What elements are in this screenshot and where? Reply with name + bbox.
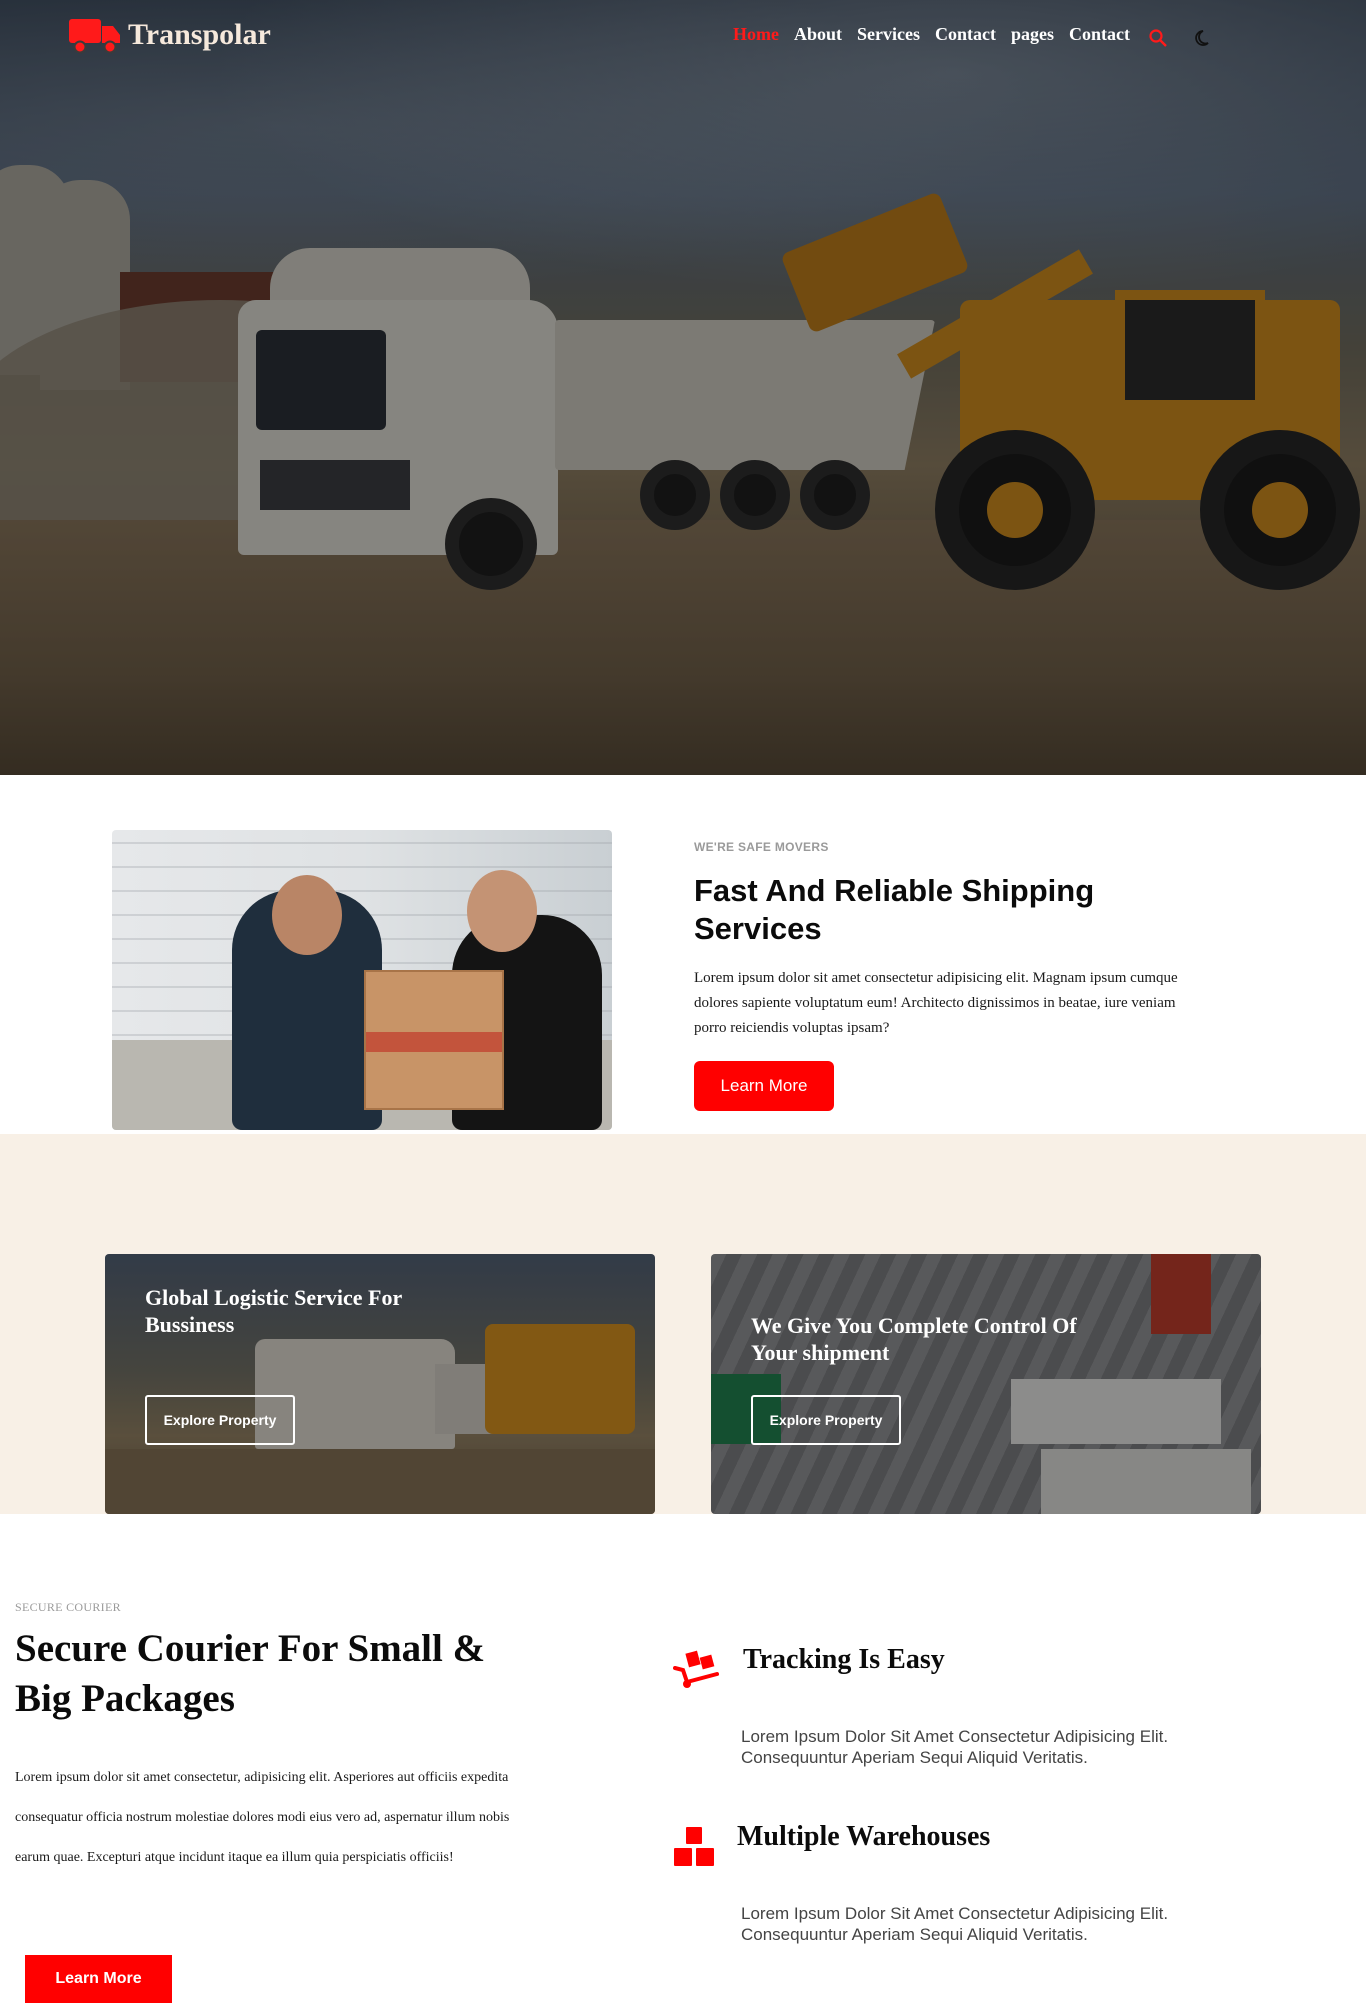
courier-title: Secure Courier For Small & Big Packages: [15, 1627, 486, 1720]
movers-photo: [112, 830, 612, 1130]
nav-menu: Home About Services Contact pages Contac…: [733, 24, 1130, 45]
brand-logo[interactable]: Transpolar: [68, 16, 271, 54]
feature-text: Lorem Ipsum Dolor Sit Amet Consectetur A…: [741, 1904, 1169, 1944]
hero-overlay: [0, 0, 1366, 775]
brand-name: Transpolar: [128, 18, 271, 51]
explore-property-button[interactable]: Explore Property: [751, 1395, 901, 1445]
about-learn-more-button[interactable]: Learn More: [694, 1061, 834, 1111]
explore-property-button[interactable]: Explore Property: [145, 1395, 295, 1445]
courier-text: Lorem ipsum dolor sit amet consectetur, …: [15, 1770, 510, 1865]
feature-text: Lorem Ipsum Dolor Sit Amet Consectetur A…: [741, 1727, 1169, 1767]
card-title: We Give You Complete Control Of Your shi…: [751, 1313, 1077, 1365]
dolly-icon: [673, 1648, 721, 1695]
card-complete-control: We Give You Complete Control Of Your shi…: [711, 1254, 1261, 1514]
nav-icons: [1148, 28, 1214, 53]
moon-icon[interactable]: [1194, 28, 1214, 53]
truck-icon: [68, 16, 122, 54]
about-title: Fast And Reliable Shipping Services: [694, 873, 1095, 946]
search-icon[interactable]: [1148, 28, 1168, 53]
nav-item-contact[interactable]: Contact: [935, 24, 996, 45]
about-text: Lorem ipsum dolor sit amet consectetur a…: [694, 970, 1178, 1036]
feature-title: Multiple Warehouses: [737, 1821, 991, 1852]
card-title: Global Logistic Service For Bussiness: [145, 1285, 402, 1337]
nav-item-pages[interactable]: pages: [1011, 24, 1054, 45]
nav-item-contact-2[interactable]: Contact: [1069, 24, 1130, 45]
nav-item-services[interactable]: Services: [857, 24, 920, 45]
courier-learn-more-button[interactable]: Learn More: [25, 1955, 172, 2003]
nav-item-about[interactable]: About: [794, 24, 842, 45]
boxes-icon: [672, 1826, 716, 1873]
feature-title: Tracking Is Easy: [743, 1644, 945, 1675]
nav-item-home[interactable]: Home: [733, 24, 779, 45]
card-global-logistic: Global Logistic Service For Bussiness Ex…: [105, 1254, 655, 1514]
top-navbar: Transpolar Home About Services Contact p…: [0, 0, 1366, 80]
courier-eyebrow: SECURE COURIER: [15, 1600, 121, 1614]
hero-image: [0, 0, 1366, 775]
about-eyebrow: WE'RE SAFE MOVERS: [694, 840, 829, 854]
